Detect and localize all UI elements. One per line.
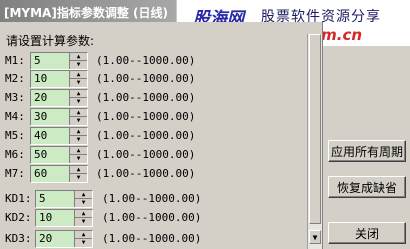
param-label: M7: xyxy=(5,167,25,180)
param-label: M4: xyxy=(5,110,25,123)
spin-down-arrow-icon[interactable]: ▼ xyxy=(70,174,87,181)
param-value[interactable]: 60 xyxy=(34,167,47,180)
spin-buttons[interactable]: ▲ ▼ xyxy=(74,231,92,247)
scroll-down-arrow-icon[interactable]: ▼ xyxy=(309,230,321,244)
spin-buttons[interactable]: ▲ ▼ xyxy=(69,128,87,144)
param-range: (1.00--1000.00) xyxy=(96,129,196,142)
spin-up-arrow-icon[interactable]: ▲ xyxy=(70,128,87,136)
param-range: (1.00--1000.00) xyxy=(96,72,196,85)
param-label: M3: xyxy=(5,91,25,104)
param-spinbox-kd2[interactable]: 10 ▲ ▼ xyxy=(35,209,93,227)
param-value[interactable]: 50 xyxy=(34,148,47,161)
param-value[interactable]: 20 xyxy=(39,232,52,245)
spin-up-arrow-icon[interactable]: ▲ xyxy=(70,71,87,79)
param-range: (1.00--1000.00) xyxy=(96,110,196,123)
spin-up-arrow-icon[interactable]: ▲ xyxy=(70,53,87,61)
param-range: (1.00--1000.00) xyxy=(96,148,196,161)
spin-up-arrow-icon[interactable]: ▲ xyxy=(70,147,87,155)
param-spinbox-m7[interactable]: 60 ▲ ▼ xyxy=(30,165,88,183)
spin-buttons[interactable]: ▲ ▼ xyxy=(69,71,87,87)
apply-all-periods-button[interactable]: 应用所有周期 xyxy=(328,140,406,162)
scroll-thumb[interactable] xyxy=(309,34,321,224)
param-range: (1.00--1000.00) xyxy=(96,91,196,104)
param-spinbox-m3[interactable]: 20 ▲ ▼ xyxy=(30,89,88,107)
spin-down-arrow-icon[interactable]: ▼ xyxy=(70,61,87,68)
param-label: M2: xyxy=(5,72,25,85)
spin-down-arrow-icon[interactable]: ▼ xyxy=(70,136,87,143)
spin-down-arrow-icon[interactable]: ▼ xyxy=(70,98,87,105)
param-value[interactable]: 10 xyxy=(34,72,47,85)
param-label: KD3: xyxy=(5,232,32,245)
param-label: KD1: xyxy=(5,192,32,205)
param-value[interactable]: 30 xyxy=(34,110,47,123)
spin-up-arrow-icon[interactable]: ▲ xyxy=(70,90,87,98)
param-label: KD2: xyxy=(5,211,32,224)
spin-down-arrow-icon[interactable]: ▼ xyxy=(75,199,92,206)
param-row-kd3: KD3: 20 ▲ ▼ (1.00--1000.00) xyxy=(0,230,300,248)
param-range: (1.00--1000.00) xyxy=(102,211,202,224)
param-spinbox-m4[interactable]: 30 ▲ ▼ xyxy=(30,108,88,126)
param-range: (1.00--1000.00) xyxy=(102,192,202,205)
spin-down-arrow-icon[interactable]: ▼ xyxy=(70,79,87,86)
spin-down-arrow-icon[interactable]: ▼ xyxy=(70,155,87,162)
param-row-m4: M4: 30 ▲ ▼ (1.00--1000.00) xyxy=(0,108,300,126)
param-value[interactable]: 5 xyxy=(39,192,46,205)
spin-down-arrow-icon[interactable]: ▼ xyxy=(75,239,92,246)
param-row-m5: M5: 40 ▲ ▼ (1.00--1000.00) xyxy=(0,127,300,145)
spin-buttons[interactable]: ▲ ▼ xyxy=(74,191,92,207)
param-range: (1.00--1000.00) xyxy=(102,232,202,245)
param-range: (1.00--1000.00) xyxy=(96,167,196,180)
param-row-m2: M2: 10 ▲ ▼ (1.00--1000.00) xyxy=(0,70,300,88)
param-spinbox-m6[interactable]: 50 ▲ ▼ xyxy=(30,146,88,164)
spin-up-arrow-icon[interactable]: ▲ xyxy=(75,210,92,218)
spin-buttons[interactable]: ▲ ▼ xyxy=(69,53,87,69)
param-row-kd2: KD2: 10 ▲ ▼ (1.00--1000.00) xyxy=(0,209,300,227)
spin-buttons[interactable]: ▲ ▼ xyxy=(74,210,92,226)
param-value[interactable]: 5 xyxy=(34,54,41,67)
spin-buttons[interactable]: ▲ ▼ xyxy=(69,109,87,125)
spin-up-arrow-icon[interactable]: ▲ xyxy=(70,166,87,174)
spin-up-arrow-icon[interactable]: ▲ xyxy=(75,231,92,239)
param-row-m7: M7: 60 ▲ ▼ (1.00--1000.00) xyxy=(0,165,300,183)
param-label: M5: xyxy=(5,129,25,142)
param-spinbox-m1[interactable]: 5 ▲ ▼ xyxy=(30,52,88,70)
param-row-m6: M6: 50 ▲ ▼ (1.00--1000.00) xyxy=(0,146,300,164)
spin-up-arrow-icon[interactable]: ▲ xyxy=(75,191,92,199)
spin-down-arrow-icon[interactable]: ▼ xyxy=(70,117,87,124)
spin-buttons[interactable]: ▲ ▼ xyxy=(69,166,87,182)
window-title: [MYMA]指标参数调整 (日线) xyxy=(4,6,168,20)
param-range: (1.00--1000.00) xyxy=(96,54,196,67)
param-spinbox-m2[interactable]: 10 ▲ ▼ xyxy=(30,70,88,88)
param-spinbox-kd1[interactable]: 5 ▲ ▼ xyxy=(35,190,93,208)
spin-down-arrow-icon[interactable]: ▼ xyxy=(75,218,92,225)
restore-default-button[interactable]: 恢复成缺省 xyxy=(328,176,406,198)
spin-buttons[interactable]: ▲ ▼ xyxy=(69,147,87,163)
param-label: M6: xyxy=(5,148,25,161)
param-spinbox-kd3[interactable]: 20 ▲ ▼ xyxy=(35,230,93,248)
param-prompt: 请设置计算参数: xyxy=(6,34,95,48)
vertical-scrollbar[interactable]: ▼ xyxy=(307,34,322,249)
param-value[interactable]: 40 xyxy=(34,129,47,142)
param-row-m1: M1: 5 ▲ ▼ (1.00--1000.00) xyxy=(0,52,300,70)
param-value[interactable]: 20 xyxy=(34,91,47,104)
close-button[interactable]: 关闭 xyxy=(328,222,406,244)
spin-buttons[interactable]: ▲ ▼ xyxy=(69,90,87,106)
param-dialog: [MYMA]指标参数调整 (日线) 股海网 股票软件资源分享 www.Guhai… xyxy=(0,0,410,249)
param-label: M1: xyxy=(5,54,25,67)
param-spinbox-m5[interactable]: 40 ▲ ▼ xyxy=(30,127,88,145)
param-panel: 请设置计算参数: M1: 5 ▲ ▼ (1.00--1000.00) M2: 1… xyxy=(0,22,323,249)
param-row-kd1: KD1: 5 ▲ ▼ (1.00--1000.00) xyxy=(0,190,300,208)
param-value[interactable]: 10 xyxy=(39,211,52,224)
spin-up-arrow-icon[interactable]: ▲ xyxy=(70,109,87,117)
param-row-m3: M3: 20 ▲ ▼ (1.00--1000.00) xyxy=(0,89,300,107)
